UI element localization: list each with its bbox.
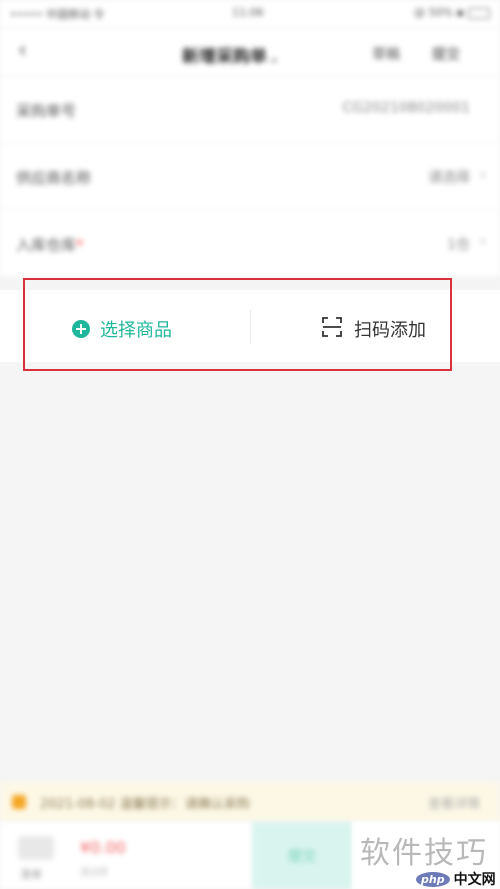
form-row-supplier[interactable]: 供应商名称 请选择 › bbox=[0, 143, 500, 210]
scan-add-button[interactable]: 扫码添加 bbox=[322, 316, 426, 342]
navigation-bar: ‹ 新增采购单 ⌄ 草稿 提交 bbox=[0, 28, 500, 76]
row-value: CG202108020001 bbox=[342, 100, 470, 116]
scan-add-label: 扫码添加 bbox=[354, 320, 426, 341]
submit-button[interactable]: 提交 bbox=[252, 822, 352, 889]
cart-icon[interactable] bbox=[18, 836, 54, 860]
item-count: 共0件 bbox=[80, 866, 109, 879]
php-badge: php bbox=[416, 871, 450, 887]
notice-text: 2021-08-02 温馨提示：请确认采购 bbox=[40, 797, 250, 812]
order-form: 采购单号 CG202108020001 供应商名称 请选择 › 入库仓库* 1仓… bbox=[0, 76, 500, 277]
row-label: 入库仓库* bbox=[16, 236, 84, 254]
row-label: 供应商名称 bbox=[16, 169, 92, 187]
status-time: 11:06 bbox=[232, 6, 264, 19]
chevron-right-icon: › bbox=[480, 232, 486, 250]
goods-action-bar: 选择商品 扫码添加 bbox=[0, 290, 500, 362]
chevron-right-icon: › bbox=[480, 165, 486, 183]
battery-percent: @ 50% ▪ bbox=[414, 6, 464, 19]
back-chevron-icon[interactable]: ‹ bbox=[18, 38, 27, 63]
action-divider bbox=[250, 310, 251, 344]
select-goods-button[interactable]: 选择商品 bbox=[72, 316, 172, 342]
row-value: 1仓 bbox=[447, 237, 470, 253]
form-row-order-no: 采购单号 CG202108020001 bbox=[0, 76, 500, 143]
required-mark: * bbox=[76, 236, 84, 254]
row-label: 采购单号 bbox=[16, 102, 77, 120]
carrier-signal: ••••• 中国移动 令 bbox=[10, 8, 105, 21]
total-amount: ¥0.00 bbox=[80, 838, 126, 857]
plus-circle-icon bbox=[72, 320, 90, 338]
status-bar: ••••• 中国移动 令 11:06 @ 50% ▪ bbox=[0, 0, 500, 28]
watermark-text: 软件技巧 bbox=[360, 836, 488, 871]
cart-label: 清单 bbox=[20, 868, 42, 881]
notice-link[interactable]: 查看详情 bbox=[428, 793, 480, 812]
page-title-text: 新增采购单 bbox=[182, 47, 267, 67]
submit-label: 提交 bbox=[288, 847, 316, 864]
draft-button[interactable]: 草稿 bbox=[372, 44, 400, 64]
battery-icon bbox=[468, 8, 490, 19]
select-goods-label: 选择商品 bbox=[100, 320, 172, 341]
notice-bar: 2021-08-02 温馨提示：请确认采购 查看详情 bbox=[0, 782, 500, 822]
page-title: 新增采购单 ⌄ bbox=[182, 42, 279, 67]
title-dropdown-icon[interactable]: ⌄ bbox=[269, 51, 279, 65]
scan-icon bbox=[322, 317, 342, 341]
submit-nav-button[interactable]: 提交 bbox=[432, 44, 460, 64]
watermark: 软件技巧 php 中文网 bbox=[352, 822, 500, 889]
form-row-warehouse[interactable]: 入库仓库* 1仓 › bbox=[0, 210, 500, 277]
watermark-logo: php 中文网 bbox=[416, 869, 496, 889]
notice-icon bbox=[12, 795, 26, 809]
watermark-site: 中文网 bbox=[453, 872, 496, 888]
row-value: 请选择 bbox=[428, 170, 470, 186]
